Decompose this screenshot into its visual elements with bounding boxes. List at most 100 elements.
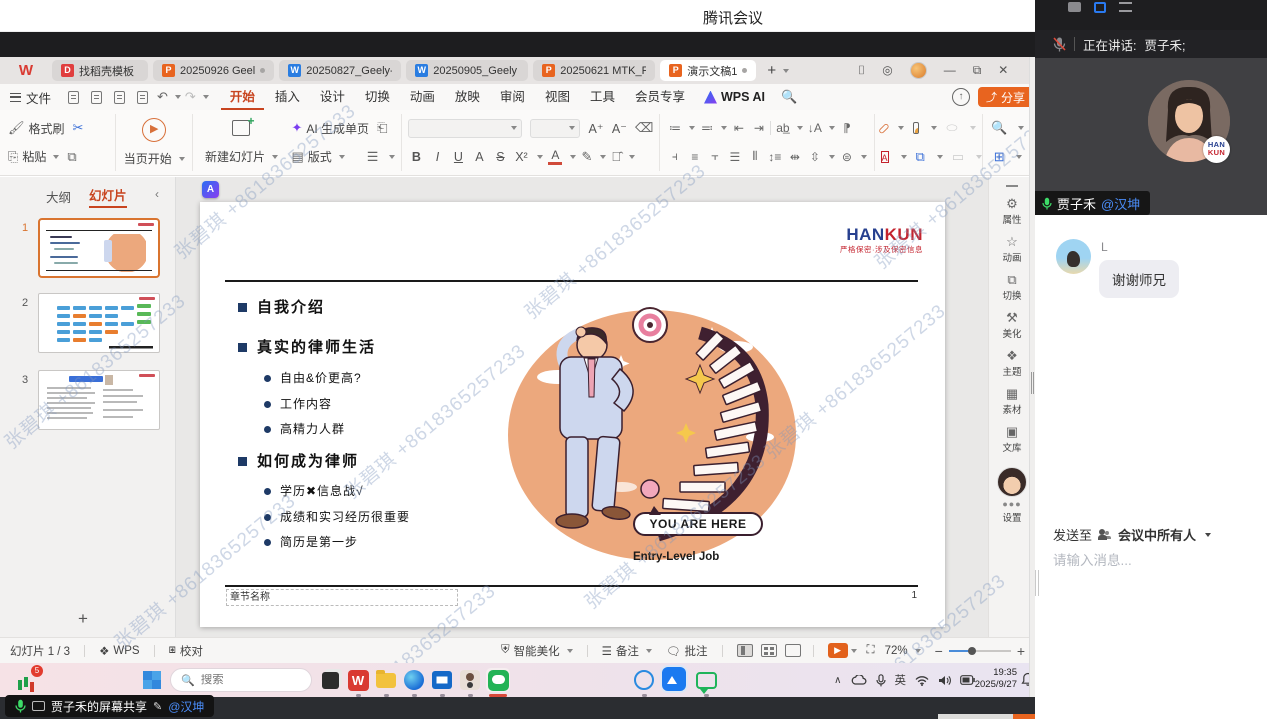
highlight-pen-icon[interactable]: ✎ xyxy=(581,149,592,165)
comments-button[interactable]: 🗨批注 xyxy=(666,643,708,659)
send-to-chevron-icon[interactable] xyxy=(1205,533,1211,537)
proofread-button[interactable]: ⧆校对 xyxy=(169,643,203,659)
collapse-panel-icon[interactable]: ‹ xyxy=(155,187,159,201)
redo-icon[interactable]: ↷ xyxy=(185,89,196,105)
tab-outline[interactable]: 大纲 xyxy=(46,187,71,206)
panel-minimize-icon[interactable] xyxy=(1068,2,1081,12)
qq-chat-icon[interactable] xyxy=(632,668,656,692)
fit-slide-icon[interactable]: ⛶ xyxy=(867,644,875,657)
save-icon[interactable] xyxy=(68,91,79,104)
redo-chevron-icon[interactable] xyxy=(203,95,209,99)
char-spacing-button[interactable]: A xyxy=(471,150,487,164)
task-view-icon[interactable] xyxy=(318,668,342,692)
smart-beautify-button[interactable]: ⛨智能美化 xyxy=(501,643,573,659)
doc-tab-4[interactable]: P 20250621 MTK_FR/ xyxy=(533,60,655,81)
file-menu[interactable]: 文件 xyxy=(10,88,51,107)
font-family-select[interactable] xyxy=(408,119,522,138)
zoom-slider[interactable] xyxy=(949,650,1011,652)
skin-icon[interactable]: ◎ xyxy=(882,63,892,77)
clock[interactable]: 19:35 2025/9/27 xyxy=(975,667,1017,691)
search-input[interactable] xyxy=(201,674,291,686)
smart-spacing-icon[interactable]: ⇳ xyxy=(806,150,823,164)
start-button[interactable] xyxy=(143,671,161,689)
strikethrough-button[interactable]: S xyxy=(492,150,508,164)
ai-assistant-avatar[interactable] xyxy=(997,467,1027,497)
font-size-select[interactable] xyxy=(530,119,580,138)
increase-indent-icon[interactable]: ⇥ xyxy=(750,121,767,135)
output-icon[interactable] xyxy=(91,91,102,104)
tool-beautify[interactable]: ⚒美化 xyxy=(1002,311,1021,340)
contacts-app-icon[interactable] xyxy=(458,668,482,692)
doc-tab-2[interactable]: W 20250827_Geely-N xyxy=(279,60,401,81)
picture-icon[interactable] xyxy=(913,122,919,134)
media-icon[interactable]: ⬭ xyxy=(946,120,957,136)
device-sync-icon[interactable]: ⌷ xyxy=(858,63,865,78)
close-icon[interactable]: ✕ xyxy=(998,63,1008,77)
decrease-indent-icon[interactable]: ⇤ xyxy=(730,121,747,135)
annotate-pencil-icon[interactable]: ✎ xyxy=(153,700,162,713)
zoom-in-icon[interactable]: + xyxy=(1017,643,1025,659)
doc-tab-1[interactable]: P 20250926 Geel xyxy=(153,60,274,81)
menu-animation[interactable]: 动画 xyxy=(401,84,444,110)
copy-icon[interactable]: ⧉ xyxy=(67,149,76,165)
print-preview-icon[interactable] xyxy=(137,91,148,104)
normal-view-icon[interactable] xyxy=(737,644,753,657)
font-color-button[interactable]: A xyxy=(548,148,562,165)
account-avatar[interactable] xyxy=(910,62,927,79)
chat-resize-handle[interactable] xyxy=(1035,570,1039,596)
column-spacing-icon[interactable]: ⇹ xyxy=(786,150,803,164)
tool-settings[interactable]: 设置 xyxy=(1002,509,1021,524)
increase-font-icon[interactable]: A⁺ xyxy=(588,121,603,136)
minimize-icon[interactable]: — xyxy=(944,63,956,77)
paste-button[interactable]: ⎘粘贴 xyxy=(8,148,59,165)
tool-material[interactable]: ▦素材 xyxy=(1002,387,1021,416)
format-painter-button[interactable]: 🖌格式刷 xyxy=(8,120,65,137)
wps-logo[interactable]: W xyxy=(14,62,38,80)
green-chat-icon[interactable] xyxy=(694,668,718,692)
phonetic-guide-icon[interactable]: 文̂ xyxy=(611,149,621,164)
new-slide-button[interactable]: 新建幻灯片 xyxy=(199,148,283,165)
notes-button[interactable]: ☰备注 xyxy=(602,643,652,659)
menu-member[interactable]: 会员专享 xyxy=(626,84,694,110)
menu-insert[interactable]: 插入 xyxy=(266,84,309,110)
tencent-meeting-icon[interactable] xyxy=(662,667,686,691)
menu-transition[interactable]: 切换 xyxy=(356,84,399,110)
mic-muted-icon[interactable] xyxy=(1053,36,1066,52)
panel-menu-icon[interactable] xyxy=(1119,2,1132,12)
align-left-icon[interactable]: ⫞ xyxy=(666,149,683,164)
slide-page[interactable]: HANKUN 严格保密·涉及保密信息 自我介绍 真实的律师生活 自由&价更高? … xyxy=(200,202,945,627)
slideshow-play-button[interactable]: ▶ xyxy=(828,643,848,658)
wps-ai-menu[interactable]: WPS AI xyxy=(704,90,765,104)
collapse-strip-icon[interactable] xyxy=(1006,185,1018,187)
outlook-icon[interactable] xyxy=(430,668,454,692)
superscript-button[interactable]: X² xyxy=(513,150,529,164)
wechat-icon[interactable] xyxy=(486,668,510,692)
tab-slides[interactable]: 幻灯片 xyxy=(89,185,127,208)
layout-button[interactable]: ▤版式 xyxy=(291,148,344,165)
doc-tab-active[interactable]: P 演示文稿1 xyxy=(660,60,756,81)
bold-button[interactable]: B xyxy=(408,150,424,164)
section-icon[interactable]: ☰ xyxy=(367,149,379,165)
paragraph-mark-icon[interactable]: ⁋ xyxy=(838,121,855,135)
tray-expand-icon[interactable]: ∧ xyxy=(834,675,841,686)
line-spacing-icon[interactable]: ↕≡ xyxy=(766,150,783,164)
distribute-icon[interactable]: ⦀ xyxy=(746,149,763,164)
find-replace-icon[interactable]: 🔍 xyxy=(991,120,1007,136)
reading-view-icon[interactable] xyxy=(785,644,801,657)
undo-icon[interactable]: ↶ xyxy=(157,89,168,105)
textbox-icon[interactable]: A xyxy=(881,151,889,163)
numbered-list-icon[interactable]: ≕ xyxy=(698,121,715,135)
ai-generate-button[interactable]: ✦AI 生成单页 xyxy=(291,120,369,137)
slide-sorter-icon[interactable] xyxy=(761,644,777,657)
bullet-list-icon[interactable]: ≔ xyxy=(666,121,683,135)
menu-review[interactable]: 审阅 xyxy=(491,84,534,110)
arrange-shapes-icon[interactable]: ⧉ xyxy=(916,149,925,165)
slide-thumbnail-1[interactable] xyxy=(38,218,160,278)
tool-theme[interactable]: ❖主题 xyxy=(1002,349,1021,378)
slide-footer-textbox[interactable]: 章节名称 xyxy=(226,589,458,606)
italic-button[interactable]: I xyxy=(429,150,445,164)
restore-icon[interactable]: ⧉ xyxy=(973,63,982,78)
battery-icon[interactable] xyxy=(960,675,975,685)
cloud-upload-icon[interactable]: ↑ xyxy=(952,88,970,106)
taskbar-search[interactable]: 🔍 xyxy=(170,668,312,692)
